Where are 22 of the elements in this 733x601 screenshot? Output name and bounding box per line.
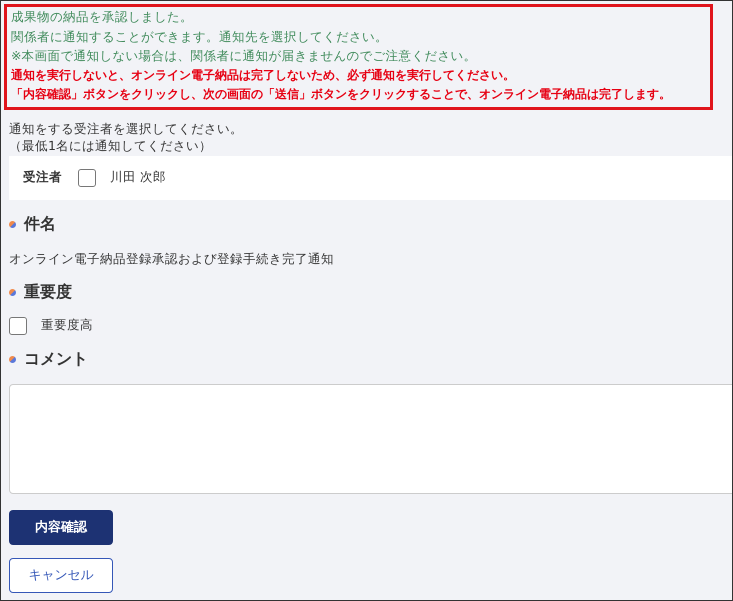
notice-message: 成果物の納品を承認しました。 — [11, 8, 194, 26]
notice-message: 通知を実行しないと、オンライン電子納品は完了しないため、必ず通知を実行してください。 — [11, 66, 516, 84]
instruction-text: （最低1名には通知してください） — [9, 136, 213, 154]
subject-text: オンライン電子納品登録承認および登録手続き完了通知 — [9, 250, 335, 268]
bullet-icon — [9, 288, 16, 296]
checkbox[interactable] — [78, 168, 96, 186]
comment-field[interactable] — [9, 384, 732, 494]
section-heading: コメント — [24, 348, 88, 370]
confirm-button[interactable]: 内容確認 — [9, 510, 113, 544]
notice-message: ※本画面で通知しない場合は、関係者に通知が届きませんのでご注意ください。 — [11, 47, 478, 65]
section-heading: 件名 — [24, 214, 56, 234]
checkbox-label: 重要度高 — [41, 317, 93, 334]
bullet-icon — [9, 356, 16, 362]
recipient-name: 川田 次郎 — [110, 169, 166, 186]
section-heading: 重要度 — [24, 282, 72, 302]
instruction-text: 通知をする受注者を選択してください。 — [9, 120, 244, 136]
cancel-button[interactable]: キャンセル — [9, 558, 113, 592]
checkbox[interactable] — [9, 316, 27, 334]
notice-message: 関係者に通知することができます。通知先を選択してください。 — [11, 28, 389, 46]
recipient-label: 受注者 — [23, 169, 62, 186]
notice-message: 「内容確認」ボタンをクリックし、次の画面の「送信」ボタンをクリックすることで、オンライン電子納品は完了します。 — [11, 86, 672, 103]
bullet-icon — [9, 220, 16, 228]
